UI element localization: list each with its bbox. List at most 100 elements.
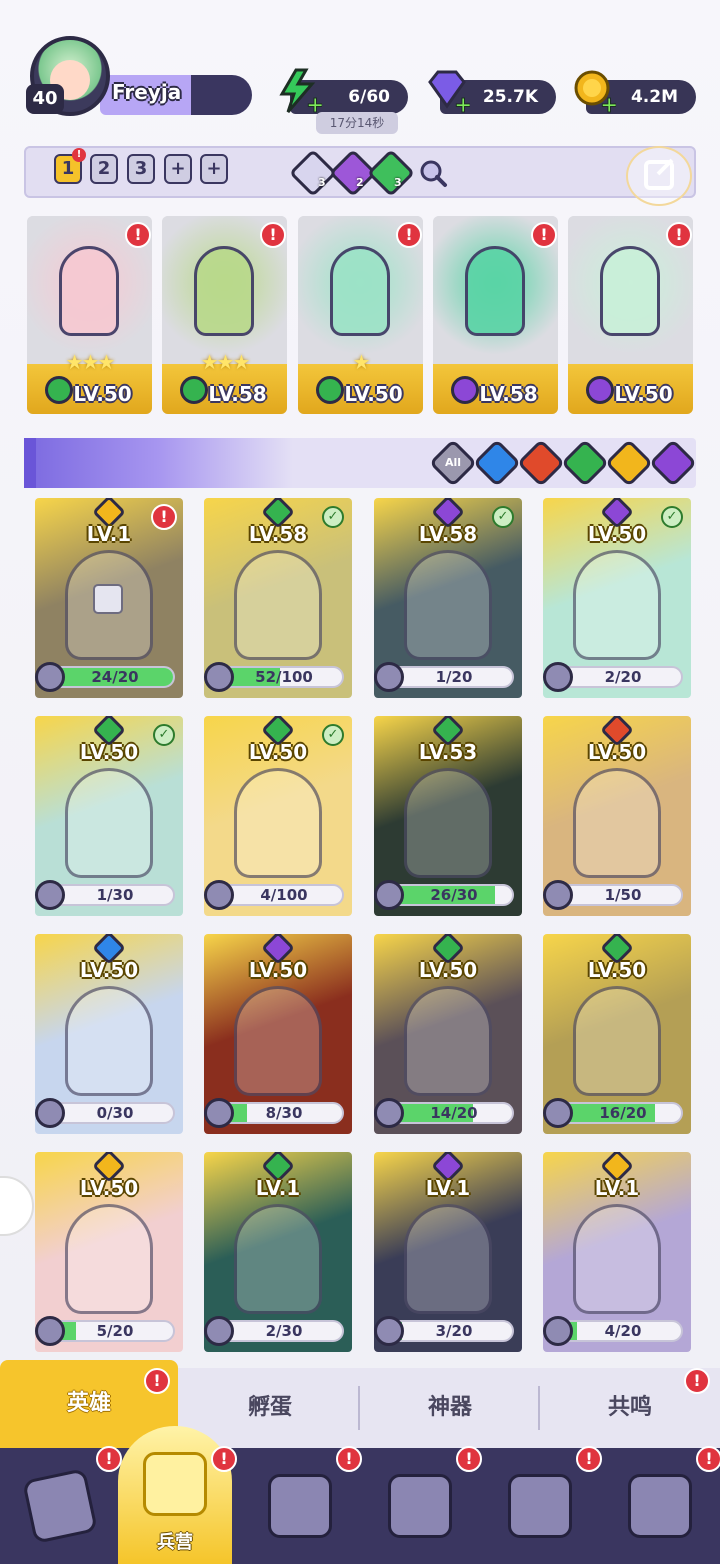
shard-icon <box>543 1316 573 1346</box>
shard-icon <box>374 1098 404 1128</box>
hero-figure <box>404 768 492 878</box>
hero-card[interactable]: LV.50 16/20 <box>543 934 691 1134</box>
star-rating: ★ <box>352 350 371 374</box>
hero-figure <box>65 768 153 878</box>
hero-card[interactable]: LV.53 26/30 <box>374 716 522 916</box>
floating-helper-avatar[interactable] <box>0 1176 34 1236</box>
gem-value: 25.7K <box>482 87 538 107</box>
heroes-screen: 40 Freyja 6/60 + 17分14秒 25.7K + 4.2M + 1… <box>0 0 720 1564</box>
hero-card[interactable]: LV.50 0/30 <box>35 934 183 1134</box>
hero-level: LV.1 <box>594 1176 640 1200</box>
hero-level: LV.1 <box>425 1176 471 1200</box>
team-slot-2[interactable]: 2 <box>90 154 118 184</box>
energy-timer: 17分14秒 <box>316 112 398 134</box>
shard-icon <box>35 1316 65 1346</box>
nav-alert-badge: ! <box>456 1446 482 1472</box>
hero-figure <box>194 246 254 336</box>
hero-card[interactable]: LV.58 ✓ 52/100 <box>204 498 352 698</box>
team-add-slot[interactable]: + <box>164 154 192 184</box>
tab-artifacts[interactable]: 神器 <box>360 1368 540 1448</box>
upgrade-alert-badge: ! <box>125 222 151 248</box>
shard-icon <box>35 1098 65 1128</box>
hero-level: LV.50 <box>587 958 647 982</box>
hero-level: LV.58 <box>479 382 538 406</box>
hero-figure <box>234 768 322 878</box>
hero-card[interactable]: LV.50 1/50 <box>543 716 691 916</box>
hero-level: LV.50 <box>418 958 478 982</box>
hero-figure <box>573 986 661 1096</box>
book-nav-button[interactable] <box>250 1460 350 1556</box>
svg-text:+: + <box>306 93 322 114</box>
shard-icon <box>543 662 573 692</box>
hero-card[interactable]: LV.50 ✓ 2/20 <box>543 498 691 698</box>
nav-alert-badge: ! <box>211 1446 237 1472</box>
checkmark-icon: ✓ <box>322 506 344 528</box>
hero-level: LV.50 <box>587 740 647 764</box>
checkmark-icon: ✓ <box>661 506 683 528</box>
hero-card[interactable]: LV.1 2/30 <box>204 1152 352 1352</box>
hero-card[interactable]: LV.58 ✓ 1/20 <box>374 498 522 698</box>
hero-figure <box>600 246 660 336</box>
tab-resonance-alert: ! <box>684 1368 710 1394</box>
hero-figure <box>573 550 661 660</box>
mushroom-house-icon <box>508 1474 572 1538</box>
shard-icon <box>543 880 573 910</box>
search-icon[interactable] <box>418 158 448 188</box>
hero-figure <box>573 768 661 878</box>
gem-green-count: 3 <box>394 176 402 189</box>
checkmark-icon: ✓ <box>153 724 175 746</box>
hero-card[interactable]: LV.1 3/20 <box>374 1152 522 1352</box>
shard-icon <box>204 880 234 910</box>
hero-card[interactable]: LV.1! 24/20 <box>35 498 183 698</box>
shard-icon <box>35 880 65 910</box>
hero-level: LV.50 <box>248 958 308 982</box>
player-name: Freyja <box>112 80 182 104</box>
filter-all-label: All <box>444 456 462 469</box>
hero-level: LV.50 <box>79 1176 139 1200</box>
hero-level: LV.1 <box>255 1176 301 1200</box>
star-rating: ★★★ <box>200 350 251 374</box>
lightning-icon: + <box>279 68 322 114</box>
team-slot-3[interactable]: 3 <box>127 154 155 184</box>
castle-nav-button[interactable] <box>370 1460 470 1556</box>
upgrade-alert-badge: ! <box>260 222 286 248</box>
hero-card[interactable]: LV.50 8/30 <box>204 934 352 1134</box>
guild-banner-icon <box>628 1474 692 1538</box>
share-button[interactable] <box>626 146 692 206</box>
checkmark-icon: ✓ <box>492 506 514 528</box>
hero-card[interactable]: LV.50 ✓ 1/30 <box>35 716 183 916</box>
checkmark-icon: ✓ <box>322 724 344 746</box>
hero-figure <box>234 986 322 1096</box>
diamond-icon: + <box>428 70 470 114</box>
hero-figure <box>573 1204 661 1314</box>
guild-banner-nav-button[interactable] <box>610 1460 710 1556</box>
mushroom-house-nav-button[interactable] <box>490 1460 590 1556</box>
hero-figure <box>404 1204 492 1314</box>
team-add-slot[interactable]: + <box>200 154 228 184</box>
hero-card[interactable]: LV.50 14/20 <box>374 934 522 1134</box>
hero-figure <box>404 986 492 1096</box>
gem-white-count: 3 <box>318 176 326 189</box>
nav-alert-badge: ! <box>576 1446 602 1472</box>
shard-icon <box>374 662 404 692</box>
player-level-badge: 40 <box>26 84 64 114</box>
nav-alert-badge: ! <box>696 1446 720 1472</box>
shard-icon <box>204 1098 234 1128</box>
hero-card[interactable]: LV.50 ✓ 4/100 <box>204 716 352 916</box>
hero-level: LV.50 <box>73 382 132 406</box>
shard-icon <box>543 1098 573 1128</box>
hero-card[interactable]: LV.1 4/20 <box>543 1152 691 1352</box>
nav-barracks-label: 兵营 <box>157 1532 193 1553</box>
cards-nav-button[interactable] <box>10 1460 110 1556</box>
shard-icon <box>374 880 404 910</box>
alert-badge: ! <box>151 504 177 530</box>
cards-icon <box>22 1468 98 1544</box>
lock-icon <box>93 584 123 614</box>
hero-level: LV.50 <box>344 382 403 406</box>
share-icon <box>644 158 674 190</box>
hero-card[interactable]: LV.50 5/20 <box>35 1152 183 1352</box>
hero-figure <box>465 246 525 336</box>
filter-bar-accent <box>24 438 36 488</box>
star-rating: ★★★ <box>65 350 116 374</box>
barracks-icon <box>143 1452 207 1516</box>
